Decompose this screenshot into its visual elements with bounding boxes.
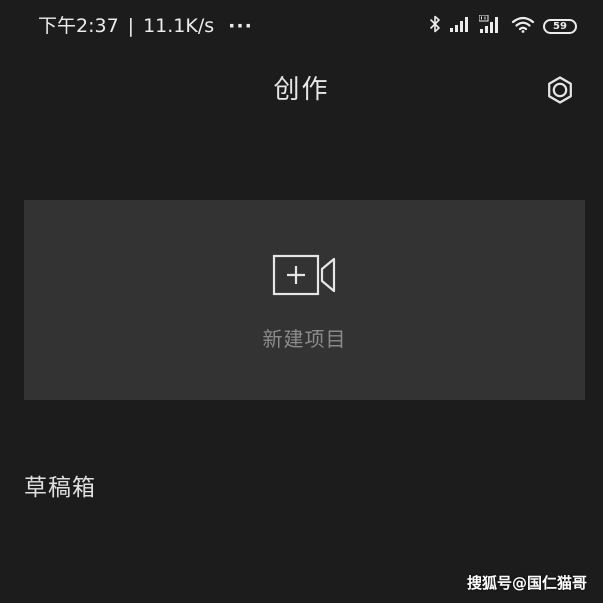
page-title: 创作 — [273, 75, 330, 105]
more-notifications-icon: ··· — [228, 15, 253, 37]
status-time: 下午2:37 — [38, 15, 119, 37]
drafts-section-title: 草稿箱 — [24, 475, 96, 501]
status-separator: | — [127, 15, 135, 37]
status-bar: 下午2:37 | 11.1K/s ··· 59 — [0, 0, 603, 52]
network-speed: 11.1K/s — [143, 15, 215, 37]
bluetooth-icon — [429, 15, 441, 37]
status-left: 下午2:37 | 11.1K/s ··· — [38, 14, 253, 38]
new-project-label: 新建项目 — [262, 327, 347, 351]
camera-plus-icon — [272, 252, 340, 300]
gear-icon — [545, 75, 575, 109]
hd-signal-icon — [478, 14, 503, 37]
settings-button[interactable] — [542, 74, 578, 110]
battery-icon: 59 — [543, 18, 577, 34]
battery-level: 59 — [553, 20, 567, 32]
app-screen: 下午2:37 | 11.1K/s ··· 59 创作 新建项目 草稿箱 搜狐号@… — [0, 0, 603, 603]
status-right: 59 — [429, 14, 577, 38]
new-project-button[interactable]: 新建项目 — [24, 200, 585, 400]
watermark: 搜狐号@国仁猫哥 — [466, 574, 587, 592]
wifi-icon — [511, 15, 535, 37]
signal-icon — [449, 16, 471, 36]
